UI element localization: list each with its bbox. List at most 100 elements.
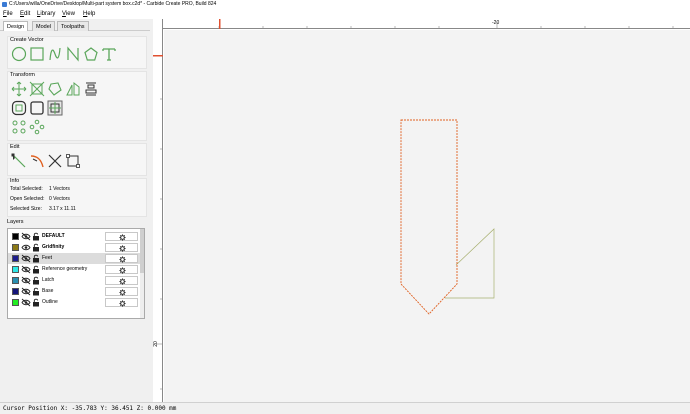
cut-icon[interactable] [47, 153, 63, 169]
ruler-left: 20 [153, 19, 163, 402]
info-open-selected: Open Selected: 0 Vectors [10, 196, 70, 202]
tab-design[interactable]: Design [3, 21, 29, 31]
visibility-icon[interactable] [21, 265, 31, 274]
layer-settings-button[interactable] [105, 232, 138, 241]
reference-vector [445, 228, 495, 299]
cursor-position: Cursor Position X: -35.783 Y: 36.451 Z: … [3, 405, 177, 412]
layer-settings-button[interactable] [105, 276, 138, 285]
lock-icon[interactable] [32, 265, 40, 274]
polyline-icon[interactable] [65, 46, 81, 62]
layer-row[interactable]: Latch [8, 275, 144, 286]
layer-color-swatch[interactable] [12, 244, 19, 251]
mirror-icon[interactable] [65, 81, 81, 97]
transform-title: Transform [10, 72, 35, 78]
polygon-icon[interactable] [83, 46, 99, 62]
menu-file[interactable]: File [3, 9, 13, 19]
tab-toolpaths[interactable]: Toolpaths [57, 21, 89, 31]
align-icon[interactable] [83, 81, 99, 97]
layer-name: Latch [42, 277, 55, 283]
menu-edit[interactable]: Edit [20, 9, 30, 19]
menu-bar: File Edit Library View Help [0, 9, 690, 19]
layer-name: Gridfinity [42, 244, 65, 250]
lock-icon[interactable] [32, 232, 40, 241]
layer-color-swatch[interactable] [12, 266, 19, 273]
layer-color-swatch[interactable] [12, 299, 19, 306]
ruler-left-label: 20 [152, 341, 159, 347]
gear-icon [119, 267, 126, 274]
ruler-top-label: -20 [492, 20, 500, 26]
layer-row[interactable]: Base [8, 286, 144, 297]
lock-icon[interactable] [32, 298, 40, 307]
move-icon[interactable] [11, 81, 27, 97]
layer-color-swatch[interactable] [12, 233, 19, 240]
layer-name: Outline [42, 299, 58, 305]
trim-icon[interactable] [29, 153, 45, 169]
gear-icon [119, 278, 126, 285]
linear-array-icon[interactable] [11, 119, 27, 135]
lock-icon[interactable] [32, 276, 40, 285]
visibility-icon[interactable] [21, 243, 31, 252]
ruler-top: -20 [153, 19, 690, 29]
layer-settings-button[interactable] [105, 254, 138, 263]
circle-icon[interactable] [11, 46, 27, 62]
scale-icon[interactable] [29, 81, 45, 97]
layer-settings-button[interactable] [105, 298, 138, 307]
layers-scrollbar-thumb[interactable] [140, 229, 144, 273]
visibility-icon[interactable] [21, 276, 31, 285]
rotate-icon[interactable] [47, 81, 63, 97]
lock-icon[interactable] [32, 254, 40, 263]
layer-settings-button[interactable] [105, 287, 138, 296]
canvas-area: -20 20 [153, 19, 690, 402]
design-canvas[interactable] [164, 30, 690, 402]
layer-settings-button[interactable] [105, 243, 138, 252]
menu-help[interactable]: Help [83, 9, 95, 19]
visibility-icon[interactable] [21, 298, 31, 307]
layer-color-swatch[interactable] [12, 288, 19, 295]
window-title: C:/Users/willa/OneDrive/Desktop/Multi-pa… [9, 1, 217, 7]
info-selected-size: Selected Size: 3.17 x 11.11 [10, 206, 76, 212]
visibility-icon[interactable] [21, 254, 31, 263]
gear-icon [119, 245, 126, 252]
status-bar: Cursor Position X: -35.783 Y: 36.451 Z: … [0, 402, 690, 414]
layer-settings-button[interactable] [105, 265, 138, 274]
workspace-tabs: Design Model Toolpaths [0, 19, 150, 31]
gear-icon [119, 289, 126, 296]
selected-vector [400, 119, 458, 315]
layers-title: Layers [7, 219, 24, 225]
menu-library[interactable]: Library [37, 9, 55, 19]
layer-row[interactable]: Feet [8, 253, 144, 264]
layer-color-swatch[interactable] [12, 255, 19, 262]
curve-icon[interactable] [47, 46, 63, 62]
info-total-selected: Total Selected: 1 Vectors [10, 186, 70, 192]
rectangle-icon[interactable] [29, 46, 45, 62]
gear-icon [119, 256, 126, 263]
offset-icon[interactable] [11, 100, 27, 116]
visibility-icon[interactable] [21, 232, 31, 241]
design-panel: Create Vector Transform Edit Info Total … [0, 31, 151, 402]
layer-name: Reference geometry [42, 266, 88, 272]
layer-row[interactable]: Gridfinity [8, 242, 144, 253]
layer-color-swatch[interactable] [12, 277, 19, 284]
circular-array-icon[interactable] [29, 119, 45, 135]
layer-row[interactable]: Reference geometry [8, 264, 144, 275]
visibility-icon[interactable] [21, 287, 31, 296]
boolean-icon[interactable] [47, 100, 63, 116]
layers-list: DEFAULT Gridfinity Feet Reference geometry L… [7, 228, 145, 319]
create-vector-title: Create Vector [10, 37, 44, 43]
menu-view[interactable]: View [62, 9, 75, 19]
title-bar: C:/Users/willa/OneDrive/Desktop/Multi-pa… [0, 0, 690, 9]
boundary-icon[interactable] [65, 153, 81, 169]
layer-row[interactable]: Outline [8, 297, 144, 308]
round-corners-icon[interactable] [29, 100, 45, 116]
gear-icon [119, 234, 126, 241]
layer-name: DEFAULT [42, 233, 65, 239]
lock-icon[interactable] [32, 243, 40, 252]
tab-model[interactable]: Model [32, 21, 55, 31]
layers-scrollbar[interactable] [140, 229, 144, 318]
layer-row[interactable]: DEFAULT [8, 231, 144, 242]
node-edit-icon[interactable] [11, 153, 27, 169]
text-icon[interactable] [101, 46, 117, 62]
edit-title: Edit [10, 144, 20, 150]
info-title: Info [10, 178, 20, 184]
lock-icon[interactable] [32, 287, 40, 296]
